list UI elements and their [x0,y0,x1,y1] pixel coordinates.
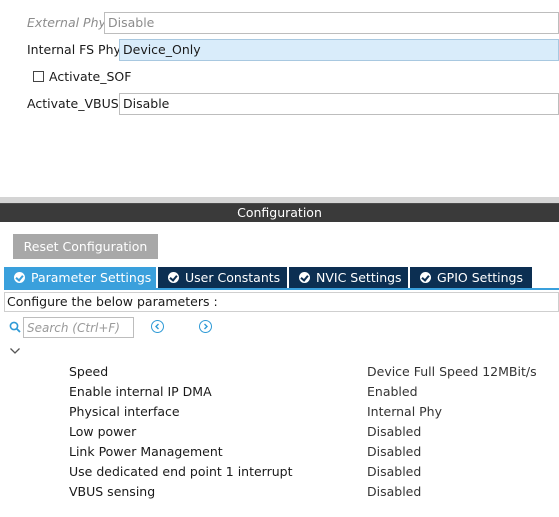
parameter-row[interactable]: Enable internal IP DMA Enabled [0,382,559,402]
parameter-row[interactable]: Use dedicated end point 1 interrupt Disa… [0,462,559,482]
mode-panel: External Phy Disable Internal FS Phy Dev… [0,0,559,197]
activate-vbus-label: Activate_VBUS [27,96,119,111]
parameter-value: Disabled [367,464,422,479]
parameter-name: VBUS sensing [69,484,156,499]
check-circle-icon [168,272,179,283]
parameter-value: Disabled [367,424,422,439]
activate-vbus-select[interactable]: Disable [119,93,559,115]
tab-label: User Constants [185,270,281,285]
tab-gpio-settings[interactable]: GPIO Settings [410,267,533,288]
tab-label: Parameter Settings [31,270,152,285]
search-input[interactable] [23,317,134,338]
parameter-value: Disabled [367,444,422,459]
parameter-row[interactable]: Low power Disabled [0,422,559,442]
internal-fs-phy-label: Internal FS Phy [27,42,121,57]
activate-sof-checkbox[interactable] [33,71,44,82]
reset-configuration-button[interactable]: Reset Configuration [13,234,158,259]
parameter-name: Enable internal IP DMA [69,384,212,399]
check-circle-icon [299,272,310,283]
external-phy-select[interactable]: Disable [104,12,559,34]
parameter-row[interactable]: Speed Device Full Speed 12MBit/s [0,362,559,382]
external-phy-label: External Phy [27,15,106,30]
tab-underline [4,288,559,290]
parameter-value: Internal Phy [367,404,443,419]
instruction-text: Configure the below parameters : [4,292,559,312]
parameter-row[interactable]: VBUS sensing Disabled [0,482,559,502]
parameter-name: Low power [69,424,137,439]
activate-sof-label: Activate_SOF [49,69,132,84]
configuration-header: Configuration [0,203,559,222]
parameter-list: Speed Device Full Speed 12MBit/s Enable … [0,362,559,502]
tab-user-constants[interactable]: User Constants [158,267,288,288]
search-icon [9,321,21,333]
parameter-value: Device Full Speed 12MBit/s [367,364,537,379]
parameter-value: Enabled [367,384,418,399]
parameter-name: Speed [69,364,109,379]
parameter-row[interactable]: Link Power Management Disabled [0,442,559,462]
check-circle-icon [420,272,431,283]
parameter-row[interactable]: Physical interface Internal Phy [0,402,559,422]
parameter-name: Link Power Management [69,444,223,459]
tab-nvic-settings[interactable]: NVIC Settings [289,267,409,288]
configuration-tabs: Parameter Settings User Constants NVIC S… [4,267,534,288]
parameter-name: Physical interface [69,404,180,419]
circle-chevron-left-icon[interactable] [151,320,164,333]
parameter-value: Disabled [367,484,422,499]
tab-label: GPIO Settings [437,270,523,285]
chevron-down-icon[interactable] [9,346,21,356]
tab-label: NVIC Settings [316,270,402,285]
configuration-title: Configuration [237,205,322,220]
parameter-name: Use dedicated end point 1 interrupt [69,464,293,479]
internal-fs-phy-select[interactable]: Device_Only [119,39,559,61]
check-circle-icon [14,272,25,283]
tab-parameter-settings[interactable]: Parameter Settings [4,267,157,288]
circle-chevron-right-icon[interactable] [199,320,212,333]
